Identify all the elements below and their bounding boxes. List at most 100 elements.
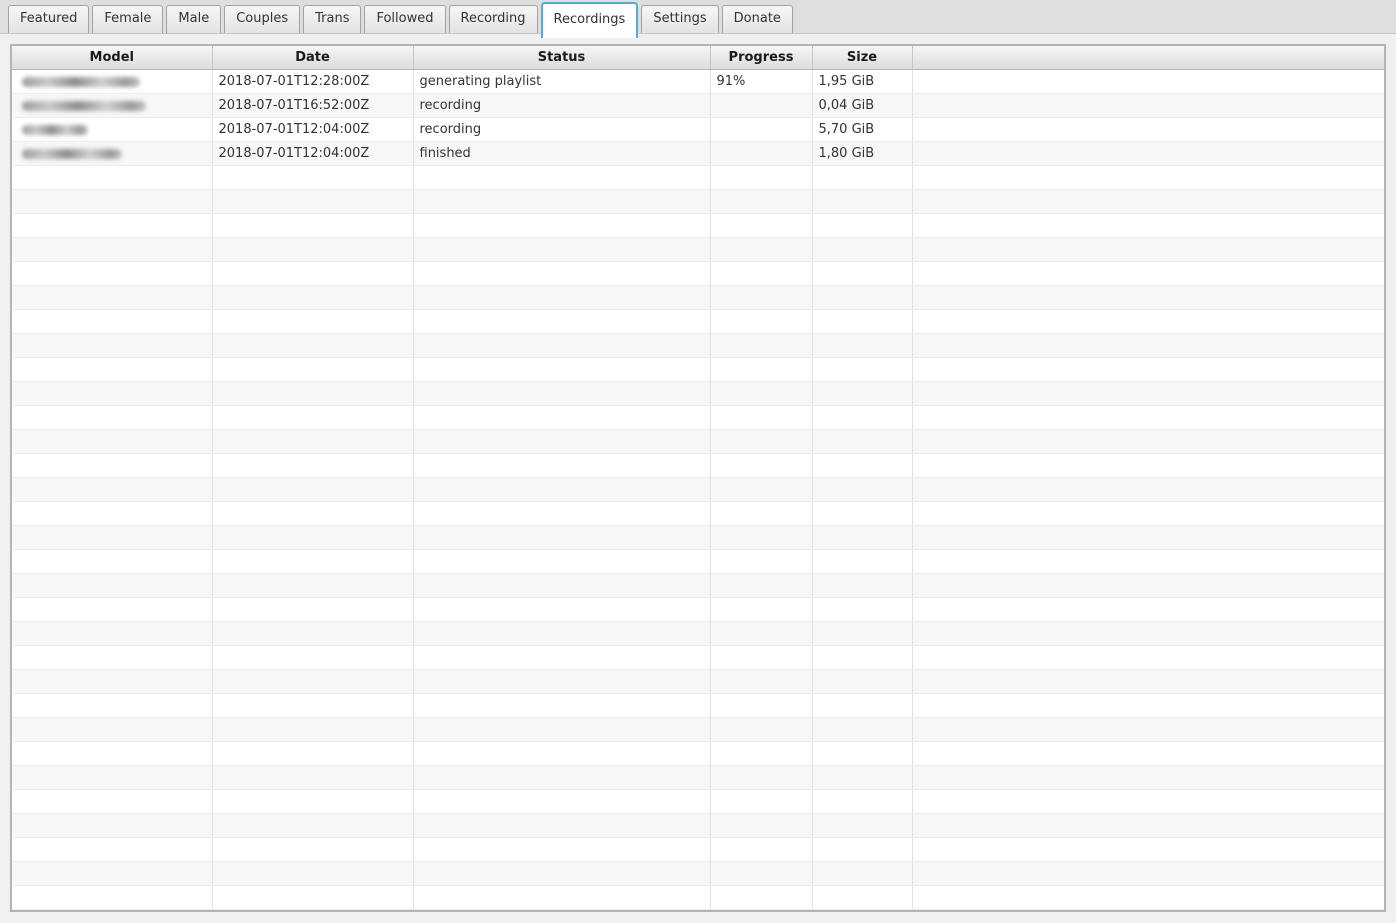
- tabbar-content-gap: [0, 34, 1396, 44]
- empty-cell: [710, 670, 812, 694]
- empty-table-row[interactable]: [12, 646, 1384, 670]
- empty-cell: [912, 670, 1384, 694]
- empty-cell: [212, 238, 413, 262]
- empty-table-row[interactable]: [12, 718, 1384, 742]
- empty-table-row[interactable]: [12, 838, 1384, 862]
- empty-cell: [413, 214, 710, 238]
- table-row[interactable]: 2018-07-01T12:04:00Zrecording5,70 GiB: [12, 118, 1384, 142]
- empty-cell: [912, 646, 1384, 670]
- empty-cell: [912, 838, 1384, 862]
- empty-cell: [710, 190, 812, 214]
- empty-table-row[interactable]: [12, 406, 1384, 430]
- empty-table-row[interactable]: [12, 550, 1384, 574]
- empty-cell: [812, 670, 912, 694]
- redacted-model-name: [22, 77, 140, 87]
- column-header-model[interactable]: Model: [12, 46, 212, 70]
- tab-recording[interactable]: Recording: [449, 5, 538, 33]
- empty-cell: [912, 286, 1384, 310]
- empty-cell: [710, 598, 812, 622]
- empty-cell: [413, 574, 710, 598]
- tab-settings[interactable]: Settings: [641, 5, 718, 33]
- model-cell: [12, 70, 212, 94]
- empty-table-row[interactable]: [12, 694, 1384, 718]
- table-row[interactable]: 2018-07-01T12:28:00Zgenerating playlist9…: [12, 70, 1384, 94]
- empty-table-row[interactable]: [12, 478, 1384, 502]
- empty-cell: [912, 598, 1384, 622]
- empty-cell: [710, 238, 812, 262]
- empty-cell: [413, 886, 710, 910]
- empty-table-row[interactable]: [12, 814, 1384, 838]
- empty-cell: [812, 262, 912, 286]
- empty-table-row[interactable]: [12, 214, 1384, 238]
- empty-cell: [413, 166, 710, 190]
- empty-cell: [413, 310, 710, 334]
- empty-cell: [212, 622, 413, 646]
- table-row[interactable]: 2018-07-01T16:52:00Zrecording0,04 GiB: [12, 94, 1384, 118]
- empty-cell: [12, 382, 212, 406]
- empty-cell: [912, 478, 1384, 502]
- tab-donate[interactable]: Donate: [722, 5, 793, 33]
- empty-table-row[interactable]: [12, 262, 1384, 286]
- tab-trans[interactable]: Trans: [303, 5, 361, 33]
- empty-table-row[interactable]: [12, 574, 1384, 598]
- empty-cell: [812, 598, 912, 622]
- empty-table-row[interactable]: [12, 670, 1384, 694]
- size-cell: 1,80 GiB: [812, 142, 912, 166]
- column-header-size[interactable]: Size: [812, 46, 912, 70]
- empty-table-row[interactable]: [12, 334, 1384, 358]
- empty-cell: [912, 622, 1384, 646]
- empty-cell: [12, 646, 212, 670]
- empty-cell: [710, 718, 812, 742]
- empty-cell: [212, 502, 413, 526]
- status-cell: recording: [413, 94, 710, 118]
- empty-cell: [212, 550, 413, 574]
- empty-cell: [212, 454, 413, 478]
- size-cell: 1,95 GiB: [812, 70, 912, 94]
- tab-featured[interactable]: Featured: [8, 5, 89, 33]
- empty-cell: [212, 574, 413, 598]
- empty-cell: [212, 646, 413, 670]
- tab-couples[interactable]: Couples: [224, 5, 300, 33]
- tab-recordings[interactable]: Recordings: [541, 2, 639, 38]
- empty-table-row[interactable]: [12, 190, 1384, 214]
- empty-table-row[interactable]: [12, 238, 1384, 262]
- progress-cell: 91%: [710, 70, 812, 94]
- empty-table-row[interactable]: [12, 622, 1384, 646]
- empty-cell: [413, 598, 710, 622]
- empty-table-row[interactable]: [12, 382, 1384, 406]
- empty-table-row[interactable]: [12, 598, 1384, 622]
- column-header-date[interactable]: Date: [212, 46, 413, 70]
- empty-cell: [710, 334, 812, 358]
- empty-table-row[interactable]: [12, 286, 1384, 310]
- empty-table-row[interactable]: [12, 454, 1384, 478]
- empty-table-row[interactable]: [12, 430, 1384, 454]
- empty-table-row[interactable]: [12, 310, 1384, 334]
- empty-table-row[interactable]: [12, 358, 1384, 382]
- empty-cell: [12, 526, 212, 550]
- empty-table-row[interactable]: [12, 790, 1384, 814]
- empty-table-row[interactable]: [12, 862, 1384, 886]
- tab-female[interactable]: Female: [92, 5, 163, 33]
- empty-cell: [710, 766, 812, 790]
- empty-cell: [812, 478, 912, 502]
- empty-table-row[interactable]: [12, 886, 1384, 910]
- tab-male[interactable]: Male: [166, 5, 221, 33]
- empty-cell: [710, 310, 812, 334]
- empty-table-row[interactable]: [12, 502, 1384, 526]
- table-row[interactable]: 2018-07-01T12:04:00Zfinished1,80 GiB: [12, 142, 1384, 166]
- empty-cell: [413, 670, 710, 694]
- tab-followed[interactable]: Followed: [364, 5, 445, 33]
- empty-cell: [912, 406, 1384, 430]
- empty-cell: [413, 862, 710, 886]
- empty-cell: [812, 238, 912, 262]
- empty-table-row[interactable]: [12, 742, 1384, 766]
- empty-cell: [812, 838, 912, 862]
- empty-cell: [912, 382, 1384, 406]
- empty-table-row[interactable]: [12, 766, 1384, 790]
- empty-cell: [12, 310, 212, 334]
- empty-cell: [912, 310, 1384, 334]
- column-header-status[interactable]: Status: [413, 46, 710, 70]
- column-header-progress[interactable]: Progress: [710, 46, 812, 70]
- empty-table-row[interactable]: [12, 526, 1384, 550]
- empty-table-row[interactable]: [12, 166, 1384, 190]
